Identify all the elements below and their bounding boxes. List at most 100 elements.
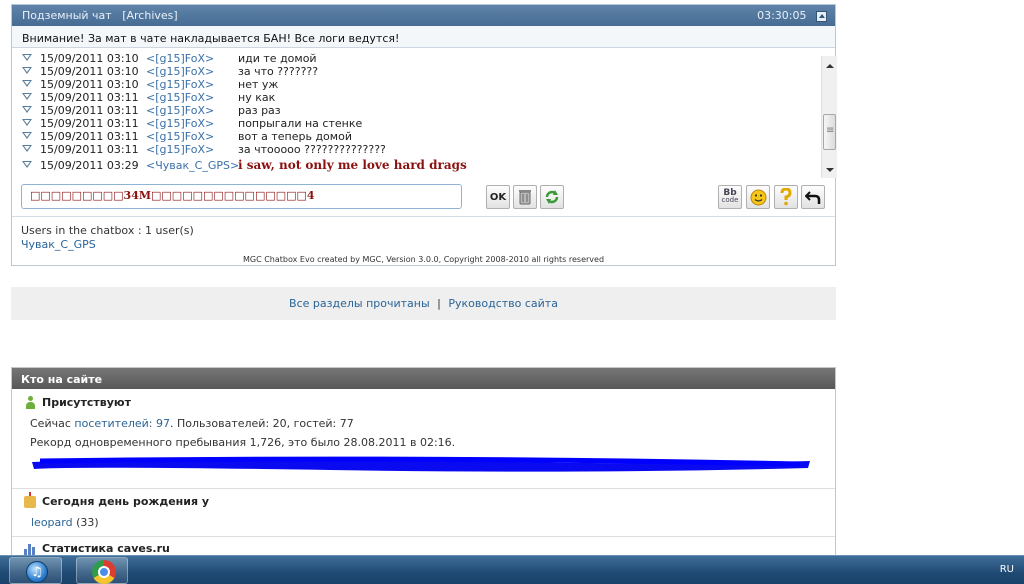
message-nick[interactable]: <[g15]FoX>: [146, 78, 214, 91]
chat-message: 15/09/2011 03:11 <[g15]FoX> за чтооооо ???…: [20, 143, 820, 156]
message-arrow-icon[interactable]: [22, 54, 32, 61]
present-title-text: Присутствуют: [42, 396, 131, 409]
nav-separator: |: [437, 297, 441, 310]
message-nick[interactable]: <[g15]FoX>: [146, 130, 214, 143]
current-visitors: Сейчас посетителей: 97. Пользователей: 2…: [12, 409, 835, 430]
message-text: i saw, not only me love hard drags: [238, 158, 467, 172]
now-rest: . Пользователей: 20, гостей: 77: [170, 417, 354, 430]
bbcode-button[interactable]: Bb code: [718, 185, 742, 209]
language-indicator[interactable]: RU: [1000, 564, 1014, 575]
scroll-thumb[interactable]: [823, 114, 836, 150]
taskbar-chrome-button[interactable]: [76, 557, 128, 584]
message-arrow-icon[interactable]: [22, 67, 32, 74]
message-nick[interactable]: <[g15]FoX>: [146, 143, 214, 156]
chat-rules-notice: Внимание! За мат в чате накладывается БА…: [12, 26, 835, 48]
message-text: ну как: [238, 91, 276, 104]
message-arrow-icon[interactable]: [22, 119, 32, 126]
chatbox: Подземный чат [Archives] 03:30:05 Вниман…: [11, 4, 837, 266]
stats-title: Статистика caves.ru: [12, 542, 835, 555]
section-divider: [12, 536, 835, 537]
refresh-button[interactable]: [540, 185, 564, 209]
message-date: 15/09/2011 03:11: [40, 130, 139, 143]
who-online-header: Кто на сайте: [12, 368, 835, 389]
message-date: 15/09/2011 03:10: [40, 78, 139, 91]
ok-label: OK: [489, 191, 507, 203]
message-nick[interactable]: <[g15]FoX>: [146, 117, 214, 130]
birthday-section: Сегодня день рождения у leopard (33): [12, 492, 835, 529]
chat-message: 15/09/2011 03:10 <[g15]FoX> нет уж: [20, 78, 820, 91]
message-arrow-icon[interactable]: [22, 80, 32, 87]
chatbox-header: Подземный чат [Archives] 03:30:05: [12, 5, 835, 26]
chat-message: 15/09/2011 03:11 <[g15]FoX> вот а теперь д…: [20, 130, 820, 143]
message-arrow-icon[interactable]: [22, 161, 32, 168]
message-nick[interactable]: <Чувак_С_GPS>: [146, 159, 239, 172]
trash-icon: [519, 190, 531, 205]
message-arrow-icon[interactable]: [22, 145, 32, 152]
back-button[interactable]: [801, 185, 825, 209]
scroll-down-icon[interactable]: [826, 168, 834, 172]
message-nick[interactable]: <[g15]FoX>: [146, 91, 214, 104]
message-text: раз раз: [238, 104, 281, 117]
message-date: 15/09/2011 03:11: [40, 91, 139, 104]
message-arrow-icon[interactable]: [22, 106, 32, 113]
stats-title-text: Статистика caves.ru: [42, 542, 170, 555]
help-button[interactable]: [774, 185, 798, 209]
chatbox-users: Users in the chatbox : 1 user(s) Чувак_С…: [12, 216, 835, 252]
chatbox-time: 03:30:05: [757, 9, 807, 22]
statistics-icon: [24, 544, 36, 555]
visitors-link[interactable]: посетителей: 97: [74, 417, 170, 430]
birthday-cake-icon: [24, 492, 36, 508]
online-user-link[interactable]: Чувак_С_GPS: [21, 238, 96, 251]
message-date: 15/09/2011 03:10: [40, 65, 139, 78]
collapse-toggle-icon[interactable]: [816, 10, 827, 22]
message-date: 15/09/2011 03:11: [40, 104, 139, 117]
windows-taskbar: ♫ RU: [0, 555, 1024, 584]
redaction-scribble: [32, 456, 810, 472]
birthday-user-link[interactable]: leopard: [31, 516, 73, 529]
chat-message-input[interactable]: □□□□□□□□□34M□□□□□□□□□□□□□□□4: [21, 184, 462, 209]
send-ok-button[interactable]: OK: [486, 185, 510, 209]
users-count: Users in the chatbox : 1 user(s): [21, 224, 194, 237]
present-section: Присутствуют Сейчас посетителей: 97. Пол…: [12, 396, 835, 449]
user-icon: [25, 396, 35, 409]
birthday-age: (33): [72, 516, 99, 529]
chatbox-title: Подземный чат: [22, 9, 112, 22]
chrome-icon: [92, 560, 116, 584]
message-nick[interactable]: <[g15]FoX>: [146, 104, 214, 117]
scroll-up-icon[interactable]: [826, 64, 834, 68]
present-title: Присутствуют: [12, 396, 835, 409]
chat-message: 15/09/2011 03:10 <[g15]FoX> иди те домой: [20, 53, 820, 65]
birthday-title-text: Сегодня день рождения у: [42, 495, 210, 508]
message-arrow-icon[interactable]: [22, 132, 32, 139]
smilies-button[interactable]: [746, 185, 770, 209]
message-list: 15/09/2011 03:10 <[g15]FoX> иди те домой 15…: [20, 53, 820, 175]
birthday-title: Сегодня день рождения у: [12, 492, 835, 508]
site-guide-link[interactable]: Руководство сайта: [448, 297, 558, 310]
message-date: 15/09/2011 03:11: [40, 117, 139, 130]
chat-message: 15/09/2011 03:11 <[g15]FoX> попрыгали на с…: [20, 117, 820, 130]
section-divider: [12, 488, 835, 489]
smiley-icon: [750, 189, 766, 205]
message-nick[interactable]: <[g15]FoX>: [146, 65, 214, 78]
stats-section: Статистика caves.ru: [12, 542, 835, 555]
now-prefix: Сейчас: [30, 417, 71, 430]
message-scrollbar[interactable]: [821, 56, 837, 178]
message-text: вот а теперь домой: [238, 130, 352, 143]
chat-message: 15/09/2011 03:11 <[g15]FoX> раз раз: [20, 104, 820, 117]
archives-link[interactable]: [Archives]: [122, 9, 177, 22]
message-date: 15/09/2011 03:10: [40, 53, 139, 65]
chat-message: 15/09/2011 03:29 <Чувак_С_GPS> i saw, not …: [20, 158, 820, 172]
forum-nav-bar: Все разделы прочитаны | Руководство сайт…: [11, 287, 836, 320]
clear-button[interactable]: [513, 185, 537, 209]
chat-message: 15/09/2011 03:10 <[g15]FoX> за что ???????: [20, 65, 820, 78]
birthday-list: leopard (33): [12, 508, 835, 529]
message-text: нет уж: [238, 78, 279, 91]
message-nick[interactable]: <[g15]FoX>: [146, 53, 214, 65]
question-icon: [780, 188, 792, 206]
message-text: иди те домой: [238, 53, 317, 65]
itunes-icon: ♫: [26, 561, 48, 583]
mark-all-read-link[interactable]: Все разделы прочитаны: [289, 297, 430, 310]
taskbar-itunes-button[interactable]: ♫: [9, 557, 62, 584]
message-arrow-icon[interactable]: [22, 93, 32, 100]
bbcode-code-label: code: [721, 196, 739, 204]
